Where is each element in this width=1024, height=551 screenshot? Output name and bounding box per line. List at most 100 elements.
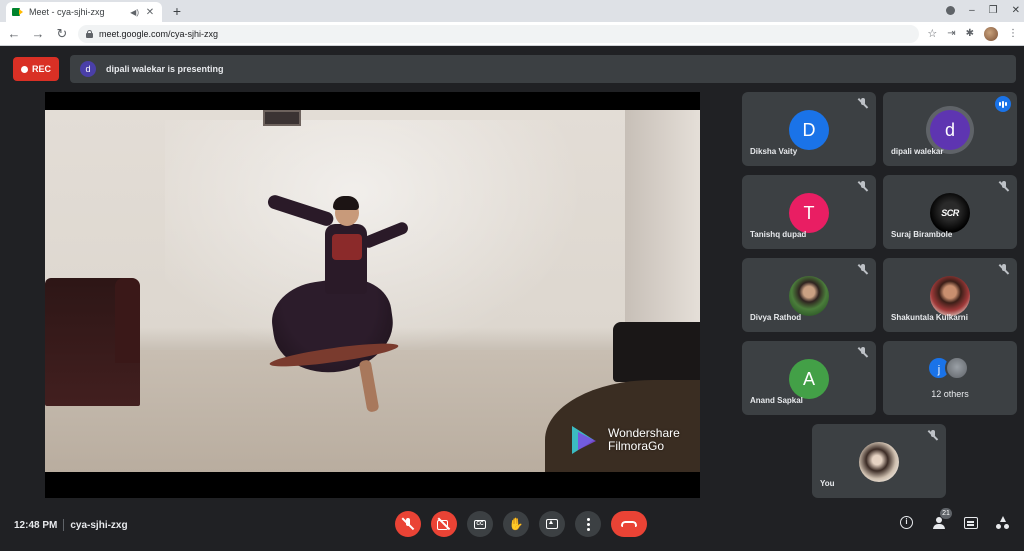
recording-button[interactable]: REC [13,57,59,81]
participant-tile-dipali-walekar[interactable]: d dipali walekar [883,92,1017,166]
mic-off-icon [403,517,413,531]
dancer-sash [332,234,362,260]
participant-tile-suraj-birambole[interactable]: SCR Suraj Birambole [883,175,1017,249]
close-window-button[interactable]: ✕ [1012,5,1020,16]
divider [63,519,65,531]
side-panel-tools: i 21 [900,508,1012,532]
avatar [930,276,970,316]
meet-favicon-icon [12,7,24,17]
participant-name: Shakuntala Kulkarni [891,313,968,322]
watermark-line2: FilmoraGo [608,439,665,453]
record-dot-icon [20,65,28,73]
meeting-info-button[interactable]: i [900,514,916,532]
mic-off-icon [858,181,868,193]
chat-button[interactable] [964,514,980,532]
participant-name: Suraj Birambole [891,230,953,239]
more-options-button[interactable] [575,511,601,537]
bottom-control-bar: 12:48 PM cya-sjhi-zxg CC ✋ i 21 [0,502,1024,551]
participant-tile-others[interactable]: j 12 others [883,341,1017,415]
chair [613,322,700,382]
avatar [789,276,829,316]
participant-name: dipali walekar [891,147,944,156]
rec-label: REC [31,64,51,74]
meet-header: REC d dipali walekar is presenting [8,54,1016,84]
participant-name: Tanishq dupad [750,230,807,239]
raise-hand-button[interactable]: ✋ [503,511,529,537]
minimize-button[interactable]: – [969,5,975,16]
avatar: A [789,359,829,399]
restore-button[interactable]: ❐ [989,5,998,16]
avatar: T [789,193,829,233]
bookmark-star-icon[interactable]: ☆ [927,27,937,40]
browser-menu-dot-icon[interactable] [946,5,956,15]
hand-icon: ✋ [508,517,524,531]
captions-icon: CC [474,519,486,529]
browser-menu-icon[interactable]: ⋮ [1008,28,1018,39]
filmorago-logo-icon [570,424,602,456]
url-text[interactable]: meet.google.com/cya-sjhi-zxg [99,29,218,39]
tab-audio-icon[interactable]: ◀) [130,8,139,17]
mic-off-icon [858,264,868,276]
back-arrow-icon[interactable]: ← [6,26,22,42]
toggle-mic-button[interactable] [395,511,421,537]
mic-off-icon [858,98,868,110]
hangup-icon [621,521,637,527]
participant-name: Diksha Vaity [750,147,798,156]
leave-call-button[interactable] [611,511,647,537]
participant-tile-shakuntala-kulkarni[interactable]: Shakuntala Kulkarni [883,258,1017,332]
participant-name: You [820,479,835,488]
forward-arrow-icon[interactable]: → [30,26,46,42]
cast-icon[interactable]: ⇥ [947,28,955,39]
participant-tile-diksha-vaity[interactable]: D Diksha Vaity [742,92,876,166]
profile-avatar[interactable] [984,26,998,41]
participant-tile-tanishq-dupad[interactable]: T Tanishq dupad [742,175,876,249]
avatar: d [930,110,970,150]
avatar: SCR [930,193,970,233]
activities-button[interactable] [996,514,1012,532]
mic-off-icon [858,347,868,359]
others-avatars: j [927,356,969,380]
participant-tile-anand-sapkal[interactable]: A Anand Sapkal [742,341,876,415]
meeting-details: 12:48 PM cya-sjhi-zxg [14,519,128,531]
captions-button[interactable]: CC [467,511,493,537]
new-tab-button[interactable]: + [168,2,186,20]
address-bar: ← → ↻ meet.google.com/cya-sjhi-zxg ☆ ⇥ ✱… [0,22,1024,46]
browser-chrome: Meet - cya-sjhi-zxg ◀) ✕ + – ❐ ✕ ← → ↻ m… [0,0,1024,46]
chat-icon [964,517,978,529]
mic-off-icon [999,264,1009,276]
participant-tile-divya-rathod[interactable]: Divya Rathod [742,258,876,332]
reload-icon[interactable]: ↻ [54,26,70,42]
present-screen-icon [546,519,558,529]
participant-name: Divya Rathod [750,313,802,322]
dancer-hair [333,196,359,210]
tab-strip: Meet - cya-sjhi-zxg ◀) ✕ + – ❐ ✕ [0,0,1024,22]
omnibox[interactable]: meet.google.com/cya-sjhi-zxg [78,24,920,43]
mic-off-icon [999,181,1009,193]
tab-title: Meet - cya-sjhi-zxg [29,7,105,17]
presenter-avatar: d [80,61,96,77]
filmorago-watermark: Wondershare FilmoraGo [570,424,680,456]
info-icon: i [900,516,913,529]
call-controls: CC ✋ [395,511,647,537]
mic-off-icon [928,430,938,442]
people-button[interactable]: 21 [932,508,952,532]
speaking-indicator-icon [995,96,1011,112]
sofa-arm [115,278,140,363]
extensions-area: ☆ ⇥ ✱ ⋮ [927,26,1018,41]
presentation-stage[interactable]: Wondershare FilmoraGo [45,92,700,498]
tab-close-button[interactable]: ✕ [144,7,156,18]
toggle-camera-button[interactable] [431,511,457,537]
participant-tile-you[interactable]: You [812,424,946,498]
extensions-puzzle-icon[interactable]: ✱ [966,28,974,39]
tab-meet[interactable]: Meet - cya-sjhi-zxg ◀) ✕ [6,2,162,22]
wall-frame [263,110,301,126]
meeting-code: cya-sjhi-zxg [70,519,128,531]
avatar [859,442,899,482]
presenting-banner: d dipali walekar is presenting [70,55,1016,83]
people-count-badge: 21 [940,508,952,519]
lock-icon[interactable] [86,29,93,38]
participant-name: Anand Sapkal [750,396,803,405]
presented-video: Wondershare FilmoraGo [45,110,700,472]
presenting-text: dipali walekar is presenting [106,64,224,74]
present-now-button[interactable] [539,511,565,537]
